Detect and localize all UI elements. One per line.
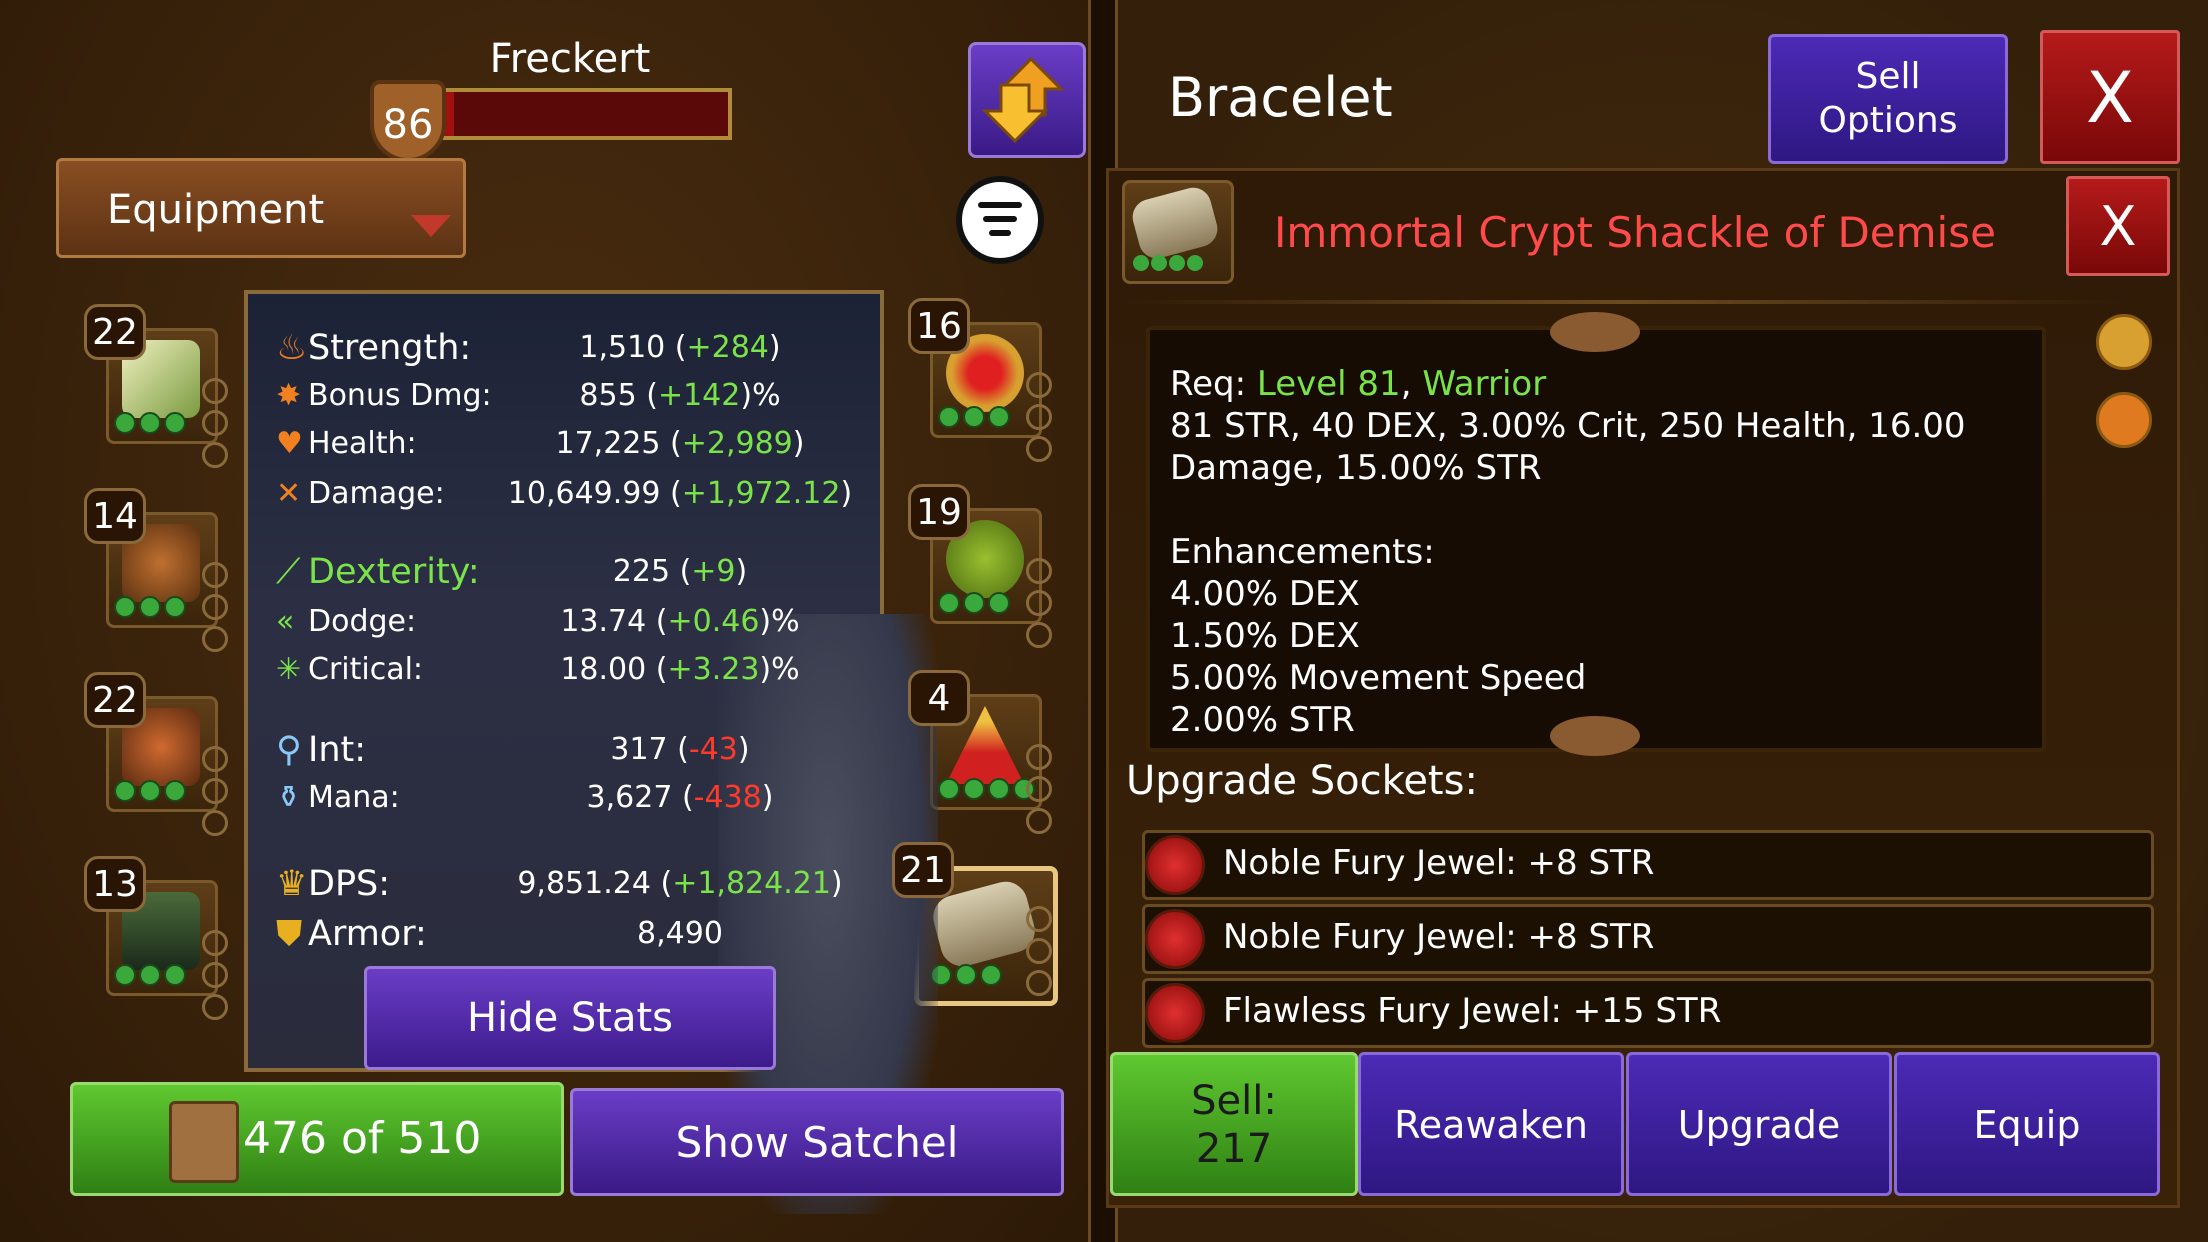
stats-panel: ♨Strength: 1,510 (+284) ✸ Bonus Dmg: 855 … (244, 290, 938, 1214)
xp-bar (436, 88, 732, 140)
equip-button[interactable]: Equip (1894, 1052, 2160, 1196)
slot-level: 4 (908, 670, 970, 726)
socket-dots (1133, 255, 1203, 275)
enhancements-title: Enhancements: (1170, 532, 1435, 572)
stat-armor: ⛊ Armor: (276, 914, 427, 954)
socket-slot[interactable]: Noble Fury Jewel: +8 STR (1142, 904, 2154, 974)
treasure-chest-icon (169, 1101, 239, 1183)
bracelet-icon (1128, 183, 1222, 263)
stat-bonus-dmg: ✸ Bonus Dmg: (276, 378, 492, 413)
socket-slot[interactable]: Noble Fury Jewel: +8 STR (1142, 830, 2154, 900)
level-badge: 86 (370, 80, 446, 162)
sell-options-button[interactable]: Sell Options (1768, 34, 2008, 164)
inventory-count: 476 of 510 (243, 1113, 482, 1164)
close-item-button[interactable]: X (2066, 176, 2170, 276)
slot-level: 22 (84, 672, 146, 728)
item-type-title: Bracelet (1168, 66, 1393, 129)
slot-offhand-ring[interactable]: 19 (908, 484, 1052, 648)
slot-necklace[interactable]: 22 (84, 304, 228, 468)
divider (1122, 300, 2122, 304)
base-stats: 81 STR, 40 DEX, 3.00% Crit, 250 Health, … (1170, 406, 1966, 446)
stat-strength: ♨Strength: (276, 328, 472, 368)
stat-int: ⚲ Int: (276, 730, 367, 770)
slot-level: 14 (84, 488, 146, 544)
requirements: Req: Level 81, Warrior (1170, 364, 1547, 404)
red-jewel-icon (1145, 909, 1205, 969)
slot-level: 16 (908, 298, 970, 354)
item-icon (1122, 180, 1234, 284)
slot-level: 21 (892, 842, 954, 898)
sell-button[interactable]: Sell: 217 (1110, 1052, 1358, 1196)
upgrade-sockets-title: Upgrade Sockets: (1126, 758, 1478, 804)
slot-boots[interactable]: 13 (84, 856, 228, 1020)
red-jewel-icon (1145, 983, 1205, 1043)
item-description[interactable]: Req: Level 81, Warrior 81 STR, 40 DEX, 3… (1146, 326, 2046, 752)
close-panel-button[interactable]: X (2040, 30, 2180, 164)
enhancement: 1.50% DEX (1170, 616, 1360, 656)
swap-button[interactable] (968, 42, 1086, 158)
stat-dps: ♛DPS: (276, 864, 391, 904)
slot-level: 22 (84, 304, 146, 360)
player-name: Freckert (489, 36, 651, 82)
stat-mana: ⚱ Mana: (276, 780, 400, 815)
refresh-icon[interactable] (2096, 392, 2152, 448)
slot-helmet[interactable]: 14 (84, 488, 228, 652)
stat-dexterity: ⟋ Dexterity: (276, 552, 480, 592)
stat-dodge: «Dodge: (276, 604, 417, 639)
slot-level: 19 (908, 484, 970, 540)
slot-level: 13 (84, 856, 146, 912)
slot-ring[interactable]: 16 (908, 298, 1052, 462)
slot-chest[interactable]: 22 (84, 672, 228, 836)
show-satchel-button[interactable]: Show Satchel (570, 1088, 1064, 1196)
scroll-up-chevron-icon[interactable] (1550, 312, 1640, 352)
equipment-dropdown[interactable]: Equipment (56, 158, 466, 258)
gold-bag-icon[interactable] (2096, 314, 2152, 370)
swap-arrows-icon (981, 56, 1065, 144)
inventory-button[interactable]: 476 of 510 (70, 1082, 564, 1196)
hide-stats-button[interactable]: Hide Stats (364, 966, 776, 1070)
reawaken-button[interactable]: Reawaken (1358, 1052, 1624, 1196)
dropdown-label: Equipment (107, 187, 325, 233)
enhancement: 5.00% Movement Speed (1170, 658, 1587, 698)
socket-slot[interactable]: Flawless Fury Jewel: +15 STR (1142, 978, 2154, 1048)
scroll-down-chevron-icon[interactable] (1550, 716, 1640, 756)
chevron-down-icon (411, 215, 451, 237)
item-name: Immortal Crypt Shackle of Demise (1274, 208, 1996, 257)
stat-health: ♥ Health: (276, 426, 417, 461)
stat-damage: ✕ Damage: (276, 476, 445, 511)
base-stats: Damage, 15.00% STR (1170, 448, 1542, 488)
upgrade-button[interactable]: Upgrade (1626, 1052, 1892, 1196)
enhancement: 2.00% STR (1170, 700, 1355, 740)
red-jewel-icon (1145, 835, 1205, 895)
filter-button[interactable] (956, 176, 1044, 264)
enhancement: 4.00% DEX (1170, 574, 1360, 614)
slot-amulet[interactable]: 4 (908, 670, 1052, 834)
stat-critical: ✳ Critical: (276, 652, 424, 687)
